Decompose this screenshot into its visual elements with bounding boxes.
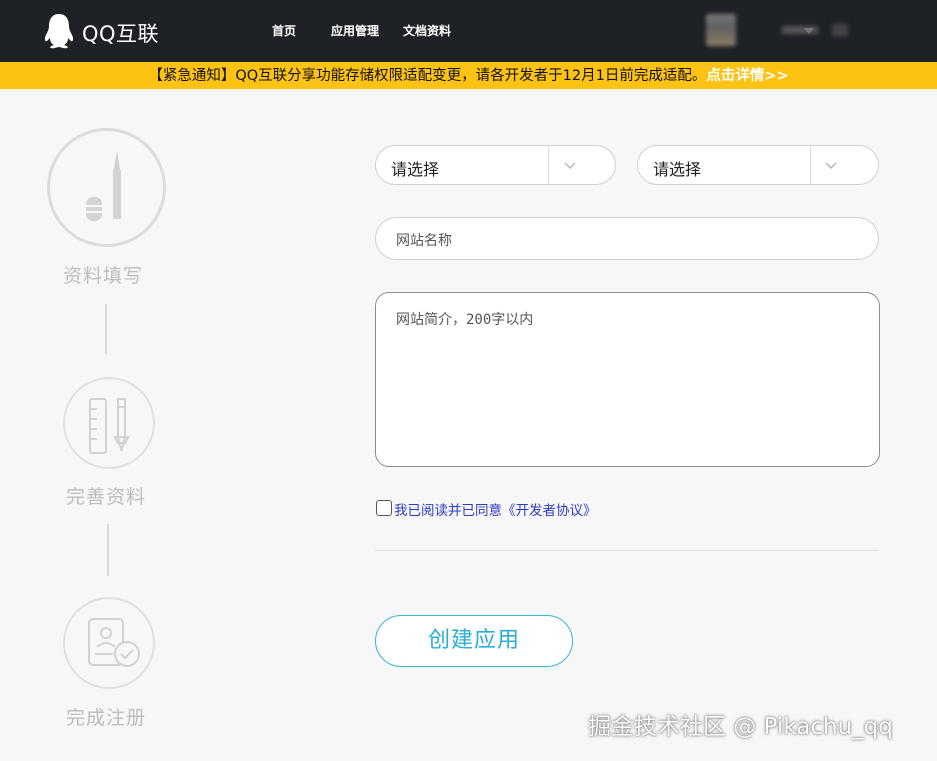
site-name-placeholder: 网站名称 (396, 233, 452, 249)
select-divider (810, 146, 811, 184)
chevron-down-icon[interactable] (563, 158, 577, 172)
user-menu-blurred[interactable] (832, 24, 848, 36)
step-3-circle (63, 597, 155, 689)
id-card-check-icon (88, 618, 140, 667)
qq-penguin-logo-icon[interactable] (42, 12, 76, 50)
urgent-notice-bar: 【紧急通知】QQ互联分享功能存储权限适配变更，请各开发者于12月1日前完成适配。… (0, 62, 937, 89)
select-divider (548, 146, 549, 184)
top-navigation-bar: QQ互联 首页 应用管理 文档资料 (0, 0, 937, 62)
select-2-value: 请选择 (653, 160, 702, 179)
step-2-circle (63, 377, 155, 469)
nav-documents[interactable]: 文档资料 (403, 22, 451, 39)
step-2-label: 完善资料 (66, 486, 147, 508)
site-intro-textarea[interactable]: 网站简介，200字以内 (375, 292, 880, 467)
site-name-input[interactable]: 网站名称 (375, 217, 879, 260)
step-1-circle (47, 128, 166, 247)
step-3-label: 完成注册 (66, 707, 147, 729)
form-divider (375, 550, 879, 551)
step-connector-1 (105, 304, 107, 354)
category-select-2[interactable]: 请选择 (637, 145, 879, 185)
user-avatar[interactable] (706, 14, 736, 46)
category-select-1[interactable]: 请选择 (375, 145, 616, 185)
ruler-pen-icon (89, 398, 130, 454)
nav-home[interactable]: 首页 (272, 22, 296, 39)
nav-app-management[interactable]: 应用管理 (331, 22, 379, 39)
notice-text: 【紧急通知】QQ互联分享功能存储权限适配变更，请各开发者于12月1日前完成适配。 (148, 68, 707, 84)
watermark-text: 掘金技术社区 @ Pikachu_qq (588, 714, 893, 740)
create-app-button[interactable]: 创建应用 (375, 615, 573, 667)
select-1-value: 请选择 (391, 160, 440, 179)
developer-agreement-link[interactable]: 我已阅读并已同意《开发者协议》 (394, 499, 597, 519)
pen-icon (86, 151, 121, 221)
site-intro-placeholder: 网站简介，200字以内 (396, 312, 534, 328)
agreement-checkbox[interactable] (376, 500, 392, 516)
brand-name[interactable]: QQ互联 (82, 18, 159, 48)
chevron-down-icon[interactable] (824, 158, 838, 172)
notice-details-link[interactable]: 点击详情>> (706, 68, 788, 84)
step-1-label: 资料填写 (63, 265, 144, 287)
step-connector-2 (107, 524, 109, 576)
chevron-down-icon[interactable] (804, 28, 814, 34)
